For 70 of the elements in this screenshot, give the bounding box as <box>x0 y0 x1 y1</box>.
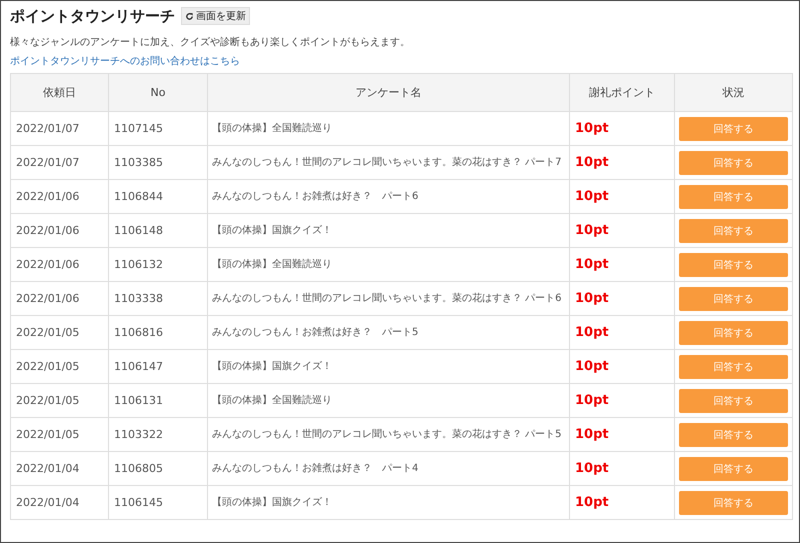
refresh-icon <box>185 12 194 20</box>
answer-button[interactable]: 回答する <box>679 184 788 208</box>
table-cell: 10pt <box>570 350 674 384</box>
column-header: 状況 <box>674 74 792 112</box>
table-cell: 【頭の体操】国旗クイズ！ <box>208 214 570 248</box>
column-header: 謝礼ポイント <box>570 74 674 112</box>
table-cell: 1103338 <box>108 282 208 316</box>
table-cell: 1106131 <box>108 384 208 418</box>
table-cell: 2022/01/05 <box>10 316 108 350</box>
table-cell: 1107145 <box>108 112 208 146</box>
table-cell: 10pt <box>570 146 674 180</box>
table-cell: 1106132 <box>108 248 208 282</box>
table-cell: みんなのしつもん！世間のアレコレ聞いちゃいます。菜の花はすき？ パート5 <box>208 418 570 452</box>
answer-button[interactable]: 回答する <box>679 354 788 378</box>
table-cell: みんなのしつもん！お雑煮は好き？ パート4 <box>208 452 570 486</box>
answer-button[interactable]: 回答する <box>679 320 788 344</box>
table-cell: 【頭の体操】国旗クイズ！ <box>208 486 570 520</box>
answer-button[interactable]: 回答する <box>679 150 788 174</box>
contact-link[interactable]: ポイントタウンリサーチへのお問い合わせはこちら <box>10 54 240 68</box>
table-cell: 2022/01/04 <box>10 486 108 520</box>
column-header: 依頼日 <box>10 74 108 112</box>
table-cell: 10pt <box>570 384 674 418</box>
answer-button[interactable]: 回答する <box>679 388 788 412</box>
table-cell: 1106805 <box>108 452 208 486</box>
table-cell: 2022/01/06 <box>10 180 108 214</box>
table-cell: 2022/01/04 <box>10 452 108 486</box>
table-cell: 【頭の体操】国旗クイズ！ <box>208 350 570 384</box>
column-header: No <box>108 74 208 112</box>
page-title: ポイントタウンリサーチ <box>10 6 175 26</box>
table-cell: 2022/01/05 <box>10 384 108 418</box>
table-cell: 2022/01/06 <box>10 214 108 248</box>
table-cell: 10pt <box>570 214 674 248</box>
table-cell: 1103385 <box>108 146 208 180</box>
table-cell: みんなのしつもん！世間のアレコレ聞いちゃいます。菜の花はすき？ パート7 <box>208 146 570 180</box>
table-cell: 1106816 <box>108 316 208 350</box>
table-cell: 2022/01/05 <box>10 350 108 384</box>
answer-button[interactable]: 回答する <box>679 218 788 242</box>
table-cell: みんなのしつもん！世間のアレコレ聞いちゃいます。菜の花はすき？ パート6 <box>208 282 570 316</box>
table-cell: 1106844 <box>108 180 208 214</box>
answer-button[interactable]: 回答する <box>679 490 788 514</box>
table-cell: 1106148 <box>108 214 208 248</box>
table-cell: 【頭の体操】全国難読巡り <box>208 112 570 146</box>
table-cell: 2022/01/07 <box>10 146 108 180</box>
table-cell: みんなのしつもん！お雑煮は好き？ パート6 <box>208 180 570 214</box>
table-cell: 10pt <box>570 282 674 316</box>
table-cell: 2022/01/06 <box>10 248 108 282</box>
table-cell: みんなのしつもん！お雑煮は好き？ パート5 <box>208 316 570 350</box>
table-cell: 10pt <box>570 418 674 452</box>
table-cell: 1106147 <box>108 350 208 384</box>
table-cell: 2022/01/07 <box>10 112 108 146</box>
table-cell: 2022/01/06 <box>10 282 108 316</box>
description-text: 様々なジャンルのアンケートに加え、クイズや診断もあり楽しくポイントがもらえます。 <box>10 36 411 49</box>
answer-button[interactable]: 回答する <box>679 252 788 276</box>
table-cell: 10pt <box>570 248 674 282</box>
answer-button[interactable]: 回答する <box>679 116 788 140</box>
answer-button[interactable]: 回答する <box>679 286 788 310</box>
table-cell: 10pt <box>570 316 674 350</box>
answer-button[interactable]: 回答する <box>679 456 788 480</box>
table-cell: 10pt <box>570 180 674 214</box>
table-cell: 10pt <box>570 452 674 486</box>
table-cell: 2022/01/05 <box>10 418 108 452</box>
table-cell: 10pt <box>570 486 674 520</box>
answer-button[interactable]: 回答する <box>679 422 788 446</box>
table-cell: 【頭の体操】全国難読巡り <box>208 384 570 418</box>
table-cell: 10pt <box>570 112 674 146</box>
refresh-button[interactable]: 画面を更新 <box>181 7 250 25</box>
table-cell: 1106145 <box>108 486 208 520</box>
table-cell: 1103322 <box>108 418 208 452</box>
column-header: アンケート名 <box>208 74 570 112</box>
table-cell: 【頭の体操】全国難読巡り <box>208 248 570 282</box>
